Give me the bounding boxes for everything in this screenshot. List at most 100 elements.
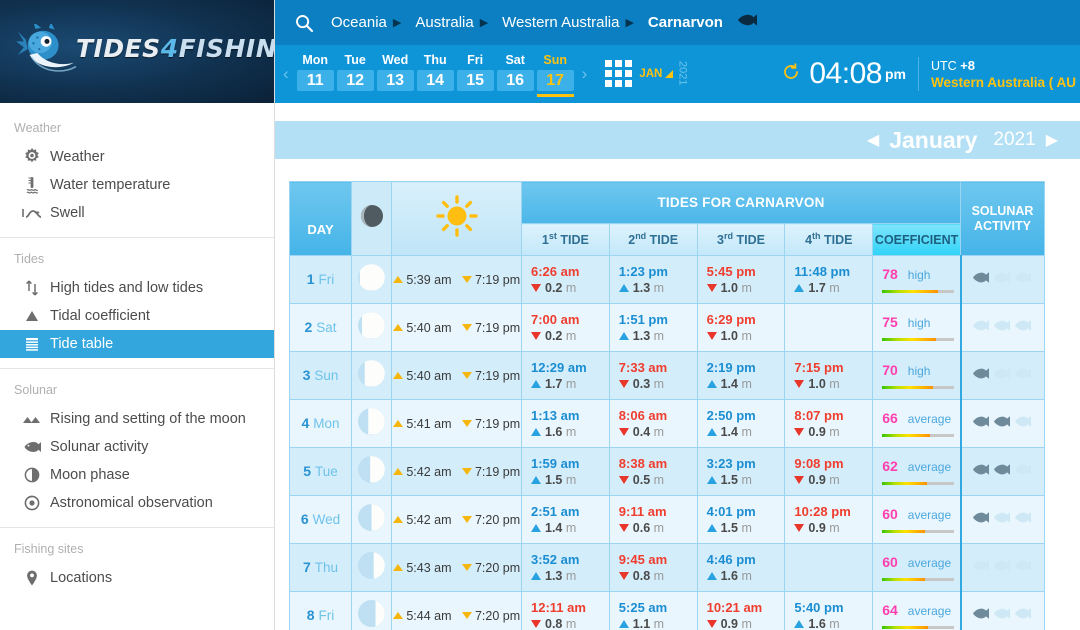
- sidebar-item-tidal-coefficient[interactable]: Tidal coefficient: [0, 302, 274, 330]
- fish-icon: [972, 367, 991, 380]
- table-row[interactable]: 1 Fri 5:39 am 7:19 pm 6:26 am 0.2 m 1:23 pm 1…: [289, 255, 1045, 304]
- tide-down-arrow-icon: [618, 379, 629, 388]
- sunrise-arrow-icon: [392, 323, 403, 331]
- sidebar-item-high-low-tides[interactable]: High tides and low tides: [0, 274, 274, 302]
- sidebar-item-tide-table[interactable]: Tide table: [0, 330, 274, 358]
- tide-height: 1.3 m: [618, 280, 697, 296]
- sunset-time: 7:20 pm: [474, 608, 521, 623]
- sun-cell: 5:44 am 7:20 pm: [391, 591, 522, 630]
- sidebar-item-locations[interactable]: Locations: [0, 564, 274, 592]
- up-down-arrows-icon: [14, 278, 50, 298]
- prev-week-button[interactable]: ‹: [275, 64, 297, 84]
- search-icon[interactable]: [289, 13, 319, 33]
- day-weekday: Tue: [344, 52, 366, 67]
- breadcrumb-carnarvon[interactable]: Carnarvon: [636, 14, 727, 31]
- table-row[interactable]: 4 Mon 5:41 am 7:19 pm 1:13 am 1.6 m 8:06 am 0…: [289, 399, 1045, 448]
- tide-cell: 12:11 am 0.8 m: [521, 591, 610, 630]
- coefficient-cell: 75 high: [872, 303, 961, 352]
- table-row[interactable]: 6 Wed 5:42 am 7:20 pm 2:51 am 1.4 m 9:11 am 0…: [289, 495, 1045, 544]
- coefficient-bar: [882, 386, 955, 389]
- day-cell: 1 Fri: [289, 255, 352, 304]
- day-option-mon[interactable]: Mon 11: [296, 51, 334, 97]
- sun-cell: 5:43 am 7:20 pm: [391, 543, 522, 592]
- solunar-cell: [959, 399, 1045, 448]
- coefficient-bar: [882, 578, 955, 581]
- sidebar-item-swell[interactable]: Swell: [0, 199, 274, 227]
- coefficient-bar: [882, 290, 955, 293]
- day-option-wed[interactable]: Wed 13: [376, 51, 414, 97]
- mountains-icon: [14, 409, 50, 429]
- coefficient-value: 66: [882, 410, 898, 426]
- table-row[interactable]: 5 Tue 5:42 am 7:19 pm 1:59 am 1.5 m 8:38 am 0…: [289, 447, 1045, 496]
- breadcrumb-western-australia[interactable]: Western Australia: [490, 14, 623, 31]
- day-cell: 4 Mon: [289, 399, 352, 448]
- tide-time: 2:19 pm: [706, 359, 756, 375]
- sidebar-item-weather[interactable]: Weather: [0, 143, 274, 171]
- fish-icon: [993, 319, 1012, 332]
- breadcrumb-oceania[interactable]: Oceania: [319, 14, 391, 31]
- refresh-icon[interactable]: [782, 62, 800, 86]
- table-row[interactable]: 8 Fri 5:44 am 7:20 pm 12:11 am 0.8 m 5:25 am…: [289, 591, 1045, 630]
- next-month-button[interactable]: ▶: [1046, 130, 1058, 150]
- tide-cell: 11:48 pm 1.7 m: [784, 255, 874, 304]
- day-option-tue[interactable]: Tue 12: [336, 51, 374, 97]
- day-option-sun-selected[interactable]: Sun 17: [536, 51, 574, 97]
- breadcrumb-australia[interactable]: Australia: [403, 14, 477, 31]
- wave-icon: [14, 203, 50, 223]
- logo[interactable]: TIDES4FISHING: [0, 0, 274, 103]
- coefficient-value: 78: [882, 266, 898, 282]
- sidebar-group-solunar: Solunar Rising and setting of the moon S…: [0, 369, 274, 528]
- coefficient-label: average: [907, 412, 952, 426]
- prev-month-button[interactable]: ◀: [867, 130, 879, 150]
- moon-cell: [351, 303, 392, 352]
- fish-icon: [993, 367, 1012, 380]
- half-moon-icon: [14, 465, 50, 485]
- tide-up-arrow-icon: [794, 283, 805, 292]
- tide-cell: 7:00 am 0.2 m: [521, 303, 610, 352]
- sidebar-item-solunar-activity[interactable]: Solunar activity: [0, 433, 274, 461]
- tide-word: TIDE: [649, 233, 679, 248]
- date-clock-bar: ‹ Mon 11 Tue 12 Wed 13 Thu 14 Fri 15 Sat…: [275, 45, 1080, 103]
- moon-phase-icon: [358, 311, 385, 339]
- day-option-sat[interactable]: Sat 16: [496, 51, 534, 97]
- table-row[interactable]: 3 Sun 5:40 am 7:19 pm 12:29 am 1.7 m 7:33 am…: [289, 351, 1045, 400]
- sun-gear-icon: [14, 147, 50, 167]
- sidebar-item-water-temperature[interactable]: Water temperature: [0, 171, 274, 199]
- tide-table-head: DAY TIDES FOR CARNARVON SOLUNAR ACTIVITY…: [289, 181, 1045, 256]
- day-weekday: Mon: [302, 52, 329, 67]
- tide-up-arrow-icon: [706, 523, 717, 532]
- table-row[interactable]: 2 Sat 5:40 am 7:19 pm 7:00 am 0.2 m 1:51 pm 1…: [289, 303, 1045, 352]
- calendar-picker-button[interactable]: JAN 2021: [605, 60, 688, 87]
- coefficient-value: 70: [882, 362, 898, 378]
- coefficient-bar-fill: [882, 434, 930, 437]
- next-week-button[interactable]: ›: [574, 64, 596, 84]
- sunset-time: 7:20 pm: [474, 512, 521, 527]
- sidebar-item-moon-rise-set[interactable]: Rising and setting of the moon: [0, 405, 274, 433]
- day-option-thu[interactable]: Thu 14: [416, 51, 454, 97]
- sidebar-item-moon-phase[interactable]: Moon phase: [0, 461, 274, 489]
- fish-icon: [1014, 415, 1033, 428]
- coefficient-value: 60: [882, 554, 898, 570]
- tide-cell: 12:29 am 1.7 m: [521, 351, 610, 400]
- sidebar-item-astronomical-observation[interactable]: Astronomical observation: [0, 489, 274, 517]
- coefficient-cell: 64 average: [872, 591, 961, 630]
- sunrise-time: 5:42 am: [406, 464, 452, 479]
- tide-ordinal-sup: th: [812, 231, 821, 242]
- utc-offset: +8: [960, 57, 975, 73]
- coefficient-value: 75: [882, 314, 898, 330]
- sun-icon: [434, 195, 480, 243]
- target-dot-icon: [14, 493, 50, 513]
- coefficient-bar-fill: [882, 578, 926, 581]
- coefficient-bar-fill: [882, 482, 927, 485]
- coefficient-label: average: [907, 556, 952, 570]
- sun-cell: 5:39 am 7:19 pm: [391, 255, 522, 304]
- tide-height: 1.6 m: [706, 568, 785, 584]
- timezone-region: Western Australia ( AU: [930, 74, 1076, 90]
- tide-height: 1.3 m: [618, 328, 697, 344]
- tide-time: 8:06 am: [618, 407, 668, 423]
- tide-height: 0.8 m: [618, 568, 697, 584]
- day-option-fri[interactable]: Fri 15: [456, 51, 494, 97]
- tide-cell: 8:07 pm 0.9 m: [784, 399, 874, 448]
- tide-down-arrow-icon: [794, 523, 805, 532]
- table-row[interactable]: 7 Thu 5:43 am 7:20 pm 3:52 am 1.3 m 9:45 am 0…: [289, 543, 1045, 592]
